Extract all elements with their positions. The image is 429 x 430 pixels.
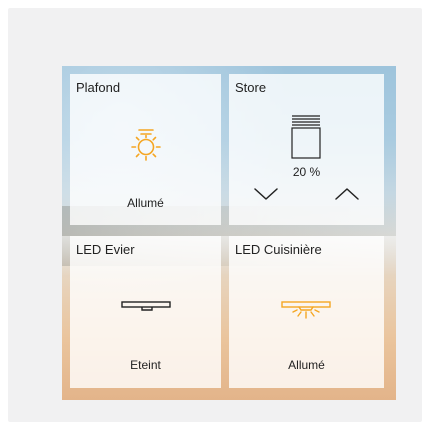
blind-position: 20 % (292, 165, 321, 179)
tile-led-cuisiniere[interactable]: LED Cuisinière Allumé (229, 236, 384, 388)
tile-led-evier[interactable]: LED Evier Eteint (70, 236, 221, 388)
tile-title: LED Cuisinière (235, 242, 322, 257)
tile-title: Store (235, 80, 267, 95)
blind-down-button[interactable] (253, 186, 279, 207)
blind-up-button[interactable] (334, 186, 360, 207)
tile-title: LED Evier (76, 242, 135, 257)
control-panel-screen: Plafond Allumé Store 20 % LED Evier Etei… (62, 66, 396, 400)
device-frame: Plafond Allumé Store 20 % LED Evier Etei… (8, 8, 422, 422)
blind-icon (290, 114, 322, 160)
chevron-up-icon (335, 188, 359, 200)
tile-status: Eteint (130, 358, 161, 372)
tile-title: Plafond (76, 80, 121, 95)
tile-status: Allumé (288, 358, 325, 372)
chevron-down-icon (254, 188, 278, 200)
tile-store: Store 20 % (229, 74, 384, 225)
led-strip-off-icon (120, 300, 172, 316)
tile-status: Allumé (127, 196, 164, 210)
tile-plafond[interactable]: Plafond Allumé (70, 74, 221, 225)
led-strip-on-icon (280, 300, 332, 322)
ceiling-light-on-icon (126, 126, 166, 166)
